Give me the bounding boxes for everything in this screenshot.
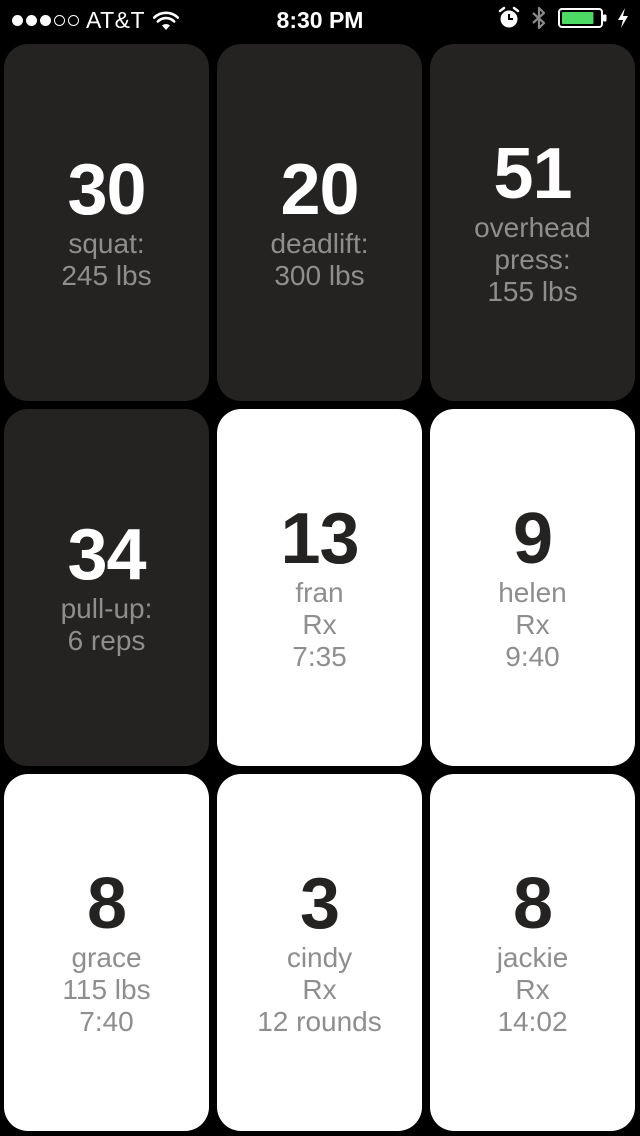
tile-detail-line: pull-up:: [60, 592, 153, 624]
status-right: [498, 6, 630, 30]
tile-count: 13: [280, 498, 359, 579]
tile-detail-line: 155 lbs: [487, 275, 578, 307]
tile-fran[interactable]: 13 fran Rx 7:35: [217, 409, 422, 766]
tile-detail-line: fran: [295, 576, 344, 608]
tile-count: 30: [67, 149, 146, 230]
tile-detail-line: press:: [494, 243, 571, 275]
tile-detail-line: 6 reps: [67, 624, 146, 656]
tile-detail-line: 12 rounds: [257, 1005, 382, 1037]
tile-count: 8: [512, 863, 553, 944]
tile-detail-line: overhead: [474, 211, 591, 243]
tile-helen[interactable]: 9 helen Rx 9:40: [430, 409, 635, 766]
tile-pull-up[interactable]: 34 pull-up: 6 reps: [4, 409, 209, 766]
tile-count: 51: [493, 133, 572, 214]
tile-detail-line: Rx: [302, 608, 337, 640]
tile-deadlift[interactable]: 20 deadlift: 300 lbs: [217, 44, 422, 401]
tile-detail-line: 300 lbs: [274, 259, 365, 291]
tile-detail-line: cindy: [286, 941, 353, 973]
bluetooth-icon: [532, 6, 546, 30]
tile-detail-line: Rx: [302, 973, 337, 1005]
tile-overhead-press[interactable]: 51 overhead press: 155 lbs: [430, 44, 635, 401]
tile-cindy[interactable]: 3 cindy Rx 12 rounds: [217, 774, 422, 1131]
tile-squat[interactable]: 30 squat: 245 lbs: [4, 44, 209, 401]
tile-detail-line: 245 lbs: [61, 259, 152, 291]
tile-detail-line: grace: [71, 941, 142, 973]
tile-detail-line: Rx: [515, 973, 550, 1005]
tile-count: 9: [512, 498, 553, 579]
tile-detail-line: 9:40: [505, 640, 560, 672]
tile-count: 34: [67, 514, 146, 595]
status-bar: AT&T 8:30 PM: [0, 0, 640, 40]
tile-detail-line: 7:35: [292, 640, 347, 672]
tile-detail-line: squat:: [68, 227, 145, 259]
tile-detail-line: jackie: [496, 941, 569, 973]
alarm-icon: [498, 6, 520, 28]
charging-bolt-icon: [618, 8, 628, 28]
tile-detail-line: helen: [498, 576, 567, 608]
tile-detail-line: deadlift:: [270, 227, 369, 259]
tile-detail-line: Rx: [515, 608, 550, 640]
tile-count: 8: [86, 863, 127, 944]
tile-jackie[interactable]: 8 jackie Rx 14:02: [430, 774, 635, 1131]
tile-detail-line: 7:40: [79, 1005, 134, 1037]
tile-detail-line: 14:02: [497, 1005, 568, 1037]
tile-count: 20: [280, 149, 359, 230]
tile-detail-line: 115 lbs: [62, 973, 151, 1005]
tile-grace[interactable]: 8 grace 115 lbs 7:40: [4, 774, 209, 1131]
battery-icon: [558, 8, 607, 28]
tile-count: 3: [299, 863, 340, 944]
